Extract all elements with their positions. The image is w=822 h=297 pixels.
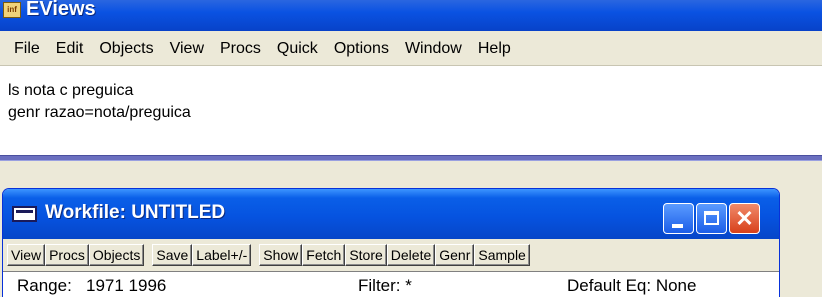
close-icon: ✕: [735, 206, 754, 231]
label-toggle-button[interactable]: Label+/-: [192, 243, 252, 266]
view-button[interactable]: View: [7, 243, 46, 266]
menu-quick[interactable]: Quick: [269, 31, 326, 66]
store-button[interactable]: Store: [345, 243, 387, 266]
delete-button[interactable]: Delete: [386, 243, 436, 266]
workfile-info-bar: Range: 1971 1996 Filter: * Default Eq: N…: [3, 271, 779, 297]
menu-file[interactable]: File: [6, 31, 48, 66]
workfile-window-icon[interactable]: [12, 206, 37, 222]
menu-objects[interactable]: Objects: [91, 31, 161, 66]
menu-view[interactable]: View: [162, 31, 212, 66]
eviews-app-icon[interactable]: inf: [3, 2, 21, 18]
minimize-button[interactable]: [663, 203, 694, 234]
app-title: EViews: [26, 0, 96, 20]
app-titlebar[interactable]: inf EViews: [0, 0, 822, 31]
command-line-2[interactable]: genr razao=nota/preguica: [8, 104, 191, 122]
filter-label[interactable]: Filter: *: [358, 276, 412, 296]
workfile-toolbar: View Procs Objects Save Label+/- Show Fe…: [3, 239, 779, 270]
workfile-title: Workfile: UNTITLED: [45, 202, 226, 223]
show-button[interactable]: Show: [259, 243, 303, 266]
workfile-window[interactable]: Workfile: UNTITLED ✕ View Procs Objects …: [2, 188, 780, 297]
menu-procs[interactable]: Procs: [212, 31, 269, 66]
fetch-button[interactable]: Fetch: [302, 243, 346, 266]
command-window[interactable]: ls nota c preguica genr razao=nota/pregu…: [0, 66, 822, 159]
menu-bar: File Edit Objects View Procs Quick Optio…: [0, 31, 822, 66]
default-eq-label[interactable]: Default Eq: None: [567, 276, 696, 296]
menu-edit[interactable]: Edit: [48, 31, 92, 66]
menu-help[interactable]: Help: [470, 31, 519, 66]
workfile-titlebar[interactable]: Workfile: UNTITLED ✕: [3, 189, 779, 239]
sample-button[interactable]: Sample: [474, 243, 530, 266]
genr-button[interactable]: Genr: [435, 243, 475, 266]
objects-button[interactable]: Objects: [88, 243, 145, 266]
procs-button[interactable]: Procs: [45, 243, 89, 266]
save-button[interactable]: Save: [152, 243, 193, 266]
menu-window[interactable]: Window: [397, 31, 470, 66]
maximize-button[interactable]: [696, 203, 727, 234]
command-line-1[interactable]: ls nota c preguica: [8, 82, 133, 100]
range-label[interactable]: Range: 1971 1996: [17, 276, 166, 296]
menu-options[interactable]: Options: [326, 31, 397, 66]
close-button[interactable]: ✕: [729, 203, 760, 234]
